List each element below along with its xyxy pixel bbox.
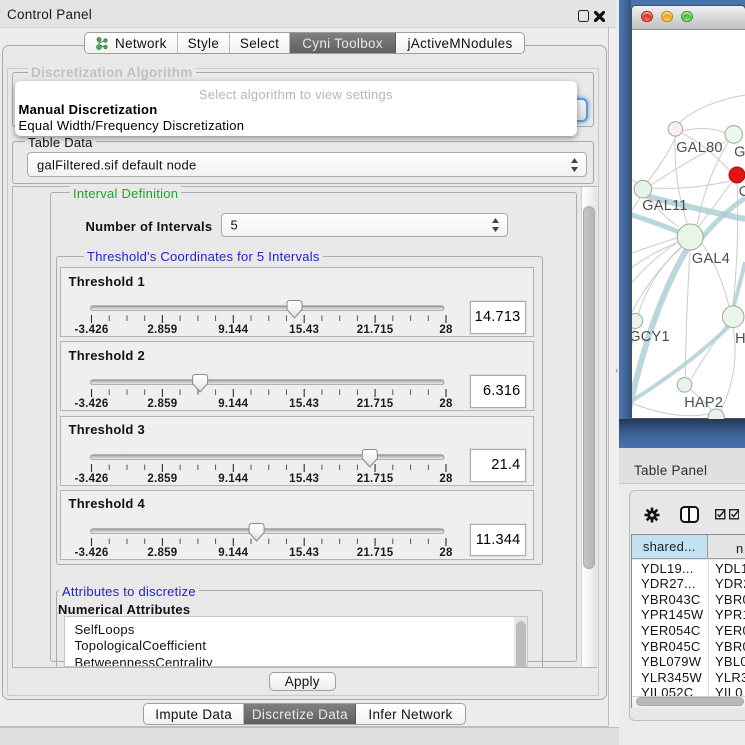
svg-text:28: 28: [439, 547, 453, 559]
svg-text:GAL11: GAL11: [642, 198, 688, 214]
svg-text:28: 28: [439, 473, 453, 485]
svg-text:21.715: 21.715: [356, 547, 393, 559]
svg-text:GCY1: GCY1: [632, 329, 670, 345]
svg-text:2.859: 2.859: [147, 399, 177, 411]
svg-text:9.144: 9.144: [218, 399, 248, 411]
svg-text:21.715: 21.715: [356, 399, 393, 411]
svg-text:28: 28: [439, 324, 453, 336]
svg-text:15.43: 15.43: [289, 399, 319, 411]
svg-text:2.859: 2.859: [147, 473, 177, 485]
svg-text:15.43: 15.43: [289, 324, 319, 336]
svg-text:C: C: [738, 184, 744, 200]
svg-text:GA: GA: [734, 145, 745, 161]
svg-text:GAL4: GAL4: [692, 251, 730, 267]
svg-text:9.144: 9.144: [218, 547, 248, 559]
svg-text:28: 28: [439, 399, 453, 411]
svg-text:2.859: 2.859: [147, 324, 177, 336]
svg-text:9.144: 9.144: [218, 324, 248, 336]
svg-text:15.43: 15.43: [289, 547, 319, 559]
svg-text:H: H: [735, 331, 745, 347]
svg-text:-3.426: -3.426: [74, 324, 108, 336]
svg-text:HAP2: HAP2: [684, 395, 723, 411]
svg-text:-3.426: -3.426: [74, 547, 108, 559]
svg-text:21.715: 21.715: [356, 324, 393, 336]
svg-text:-3.426: -3.426: [74, 473, 108, 485]
svg-text:15.43: 15.43: [289, 473, 319, 485]
svg-text:-3.426: -3.426: [74, 399, 108, 411]
svg-text:2.859: 2.859: [147, 547, 177, 559]
svg-text:9.144: 9.144: [218, 473, 248, 485]
svg-text:GAL80: GAL80: [676, 140, 723, 156]
svg-text:21.715: 21.715: [356, 473, 393, 485]
